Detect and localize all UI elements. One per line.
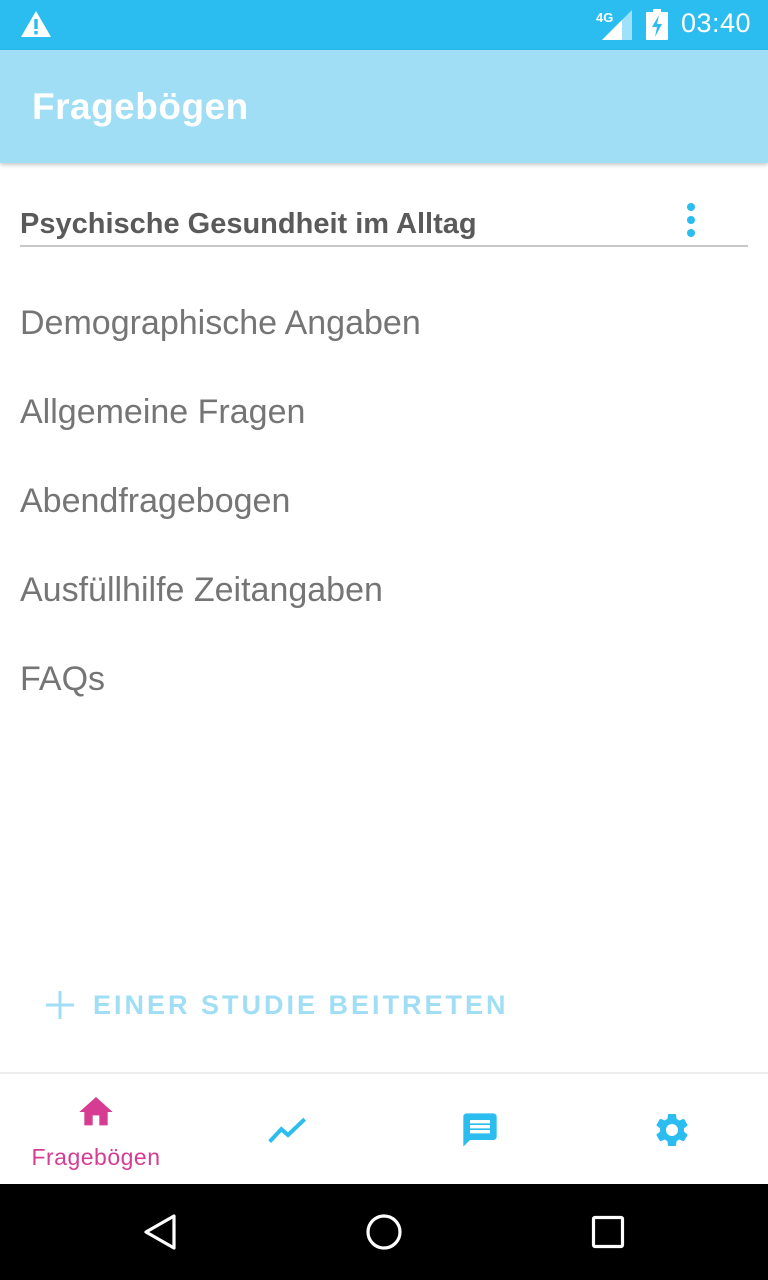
join-study-label: EINER STUDIE BEITRETEN (93, 989, 509, 1020)
battery-charging-icon (646, 9, 668, 40)
questionnaire-item-time-help[interactable]: Ausfüllhilfe Zeitangaben (0, 547, 768, 636)
page-title: Fragebögen (32, 86, 249, 127)
home-circle-icon[interactable] (364, 1212, 404, 1252)
questionnaire-item-evening[interactable]: Abendfragebogen (0, 458, 768, 547)
bottom-navigation: Fragebögen (0, 1072, 768, 1184)
clock: 03:40 (681, 8, 752, 38)
nav-item-messages[interactable] (384, 1074, 576, 1186)
trending-up-icon (268, 1117, 307, 1144)
join-study-button[interactable]: EINER STUDIE BEITRETEN (44, 982, 509, 1028)
home-icon (79, 1097, 113, 1126)
system-navigation-bar (0, 1184, 768, 1280)
plus-icon (46, 991, 74, 1019)
questionnaire-item-label: Ausfüllhilfe Zeitangaben (20, 571, 383, 609)
nav-item-statistics[interactable] (192, 1074, 384, 1186)
status-bar: 4G 03:40 (0, 0, 768, 50)
questionnaire-item-label: Abendfragebogen (20, 482, 291, 520)
questionnaire-item-general[interactable]: Allgemeine Fragen (0, 369, 768, 458)
gear-icon (656, 1114, 688, 1146)
nav-item-questionnaires[interactable]: Fragebögen (0, 1074, 192, 1186)
more-vertical-icon[interactable] (678, 200, 704, 240)
warning-icon (21, 11, 51, 37)
study-name: Psychische Gesundheit im Alltag (20, 208, 477, 240)
questionnaire-item-label: Allgemeine Fragen (20, 393, 306, 431)
questionnaire-item-faqs[interactable]: FAQs (0, 636, 768, 725)
network-type-label: 4G (596, 10, 614, 25)
message-icon (463, 1113, 497, 1147)
study-selector[interactable]: Psychische Gesundheit im Alltag (20, 196, 748, 247)
nav-item-settings[interactable] (576, 1074, 768, 1186)
questionnaire-list: Demographische Angaben Allgemeine Fragen… (0, 280, 768, 725)
app-bar: Fragebögen (0, 50, 768, 163)
questionnaire-item-demographics[interactable]: Demographische Angaben (0, 280, 768, 369)
nav-item-label: Fragebögen (31, 1144, 161, 1170)
back-icon[interactable] (140, 1212, 180, 1252)
questionnaire-item-label: FAQs (20, 660, 106, 698)
recents-icon[interactable] (588, 1212, 628, 1252)
questionnaire-item-label: Demographische Angaben (20, 304, 421, 342)
